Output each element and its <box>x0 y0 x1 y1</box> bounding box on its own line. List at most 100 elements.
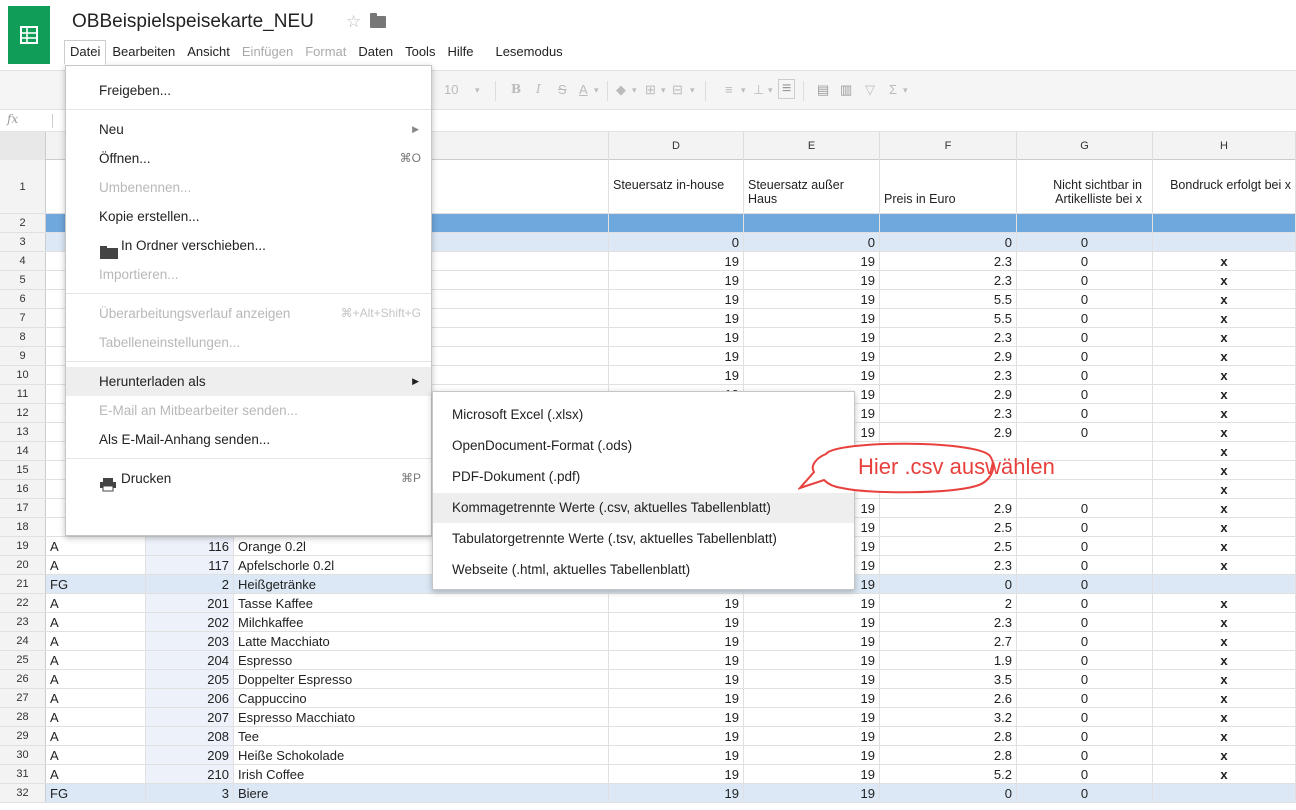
row-number[interactable]: 11 <box>0 385 46 403</box>
cell-a[interactable]: FG <box>46 575 146 593</box>
cell-g[interactable]: 0 <box>1017 784 1153 802</box>
chart-icon[interactable]: ▥ <box>840 82 852 98</box>
row-number[interactable]: 17 <box>0 499 46 517</box>
file-menu-item-herunterladen-als[interactable]: Herunterladen als ▶ <box>66 367 431 396</box>
cell-e[interactable]: 19 <box>744 651 880 669</box>
cell-g[interactable]: 0 <box>1017 347 1153 365</box>
cell-b[interactable]: 203 <box>146 632 234 650</box>
cell-f[interactable]: 2.3 <box>880 556 1017 574</box>
cell-c[interactable]: Latte Macchiato <box>234 632 609 650</box>
file-menu-item-drucken[interactable]: Drucken ⌘P <box>66 464 431 493</box>
cell-h[interactable]: x <box>1153 347 1296 365</box>
row-number[interactable]: 24 <box>0 632 46 650</box>
cell-e[interactable]: 19 <box>744 271 880 289</box>
menu-hilfe[interactable]: Hilfe <box>441 40 479 64</box>
cell-g[interactable]: 0 <box>1017 632 1153 650</box>
cell-g[interactable] <box>1017 214 1153 232</box>
cell-g[interactable]: 0 <box>1017 518 1153 536</box>
cell-g[interactable]: 0 <box>1017 290 1153 308</box>
cell-h[interactable]: x <box>1153 271 1296 289</box>
cell-f[interactable]: 2.3 <box>880 404 1017 422</box>
cell-f[interactable]: 5.5 <box>880 309 1017 327</box>
cell-h[interactable]: x <box>1153 499 1296 517</box>
merge-dropdown-icon[interactable]: ▾ <box>690 85 695 96</box>
cell-d[interactable]: 19 <box>609 765 744 783</box>
cell-g[interactable] <box>1017 480 1153 498</box>
align-vertical-icon[interactable]: ⊥ <box>753 82 764 98</box>
row-number[interactable]: 26 <box>0 670 46 688</box>
cell-h[interactable]: x <box>1153 594 1296 612</box>
cell-f[interactable]: 2.8 <box>880 746 1017 764</box>
row-number[interactable]: 15 <box>0 461 46 479</box>
cell-d[interactable]: 19 <box>609 746 744 764</box>
cell-d[interactable] <box>609 214 744 232</box>
file-menu-item-freigeben[interactable]: Freigeben... <box>66 76 431 105</box>
cell-a[interactable]: A <box>46 594 146 612</box>
cell-h[interactable]: x <box>1153 442 1296 460</box>
cell-f[interactable]: 2.8 <box>880 727 1017 745</box>
menu-datei[interactable]: Datei <box>64 40 107 65</box>
cell-e[interactable]: 19 <box>744 632 880 650</box>
cell-g[interactable]: 0 <box>1017 537 1153 555</box>
cell-g[interactable]: 0 <box>1017 423 1153 441</box>
cell-g[interactable]: 0 <box>1017 651 1153 669</box>
cell-d[interactable]: 19 <box>609 632 744 650</box>
cell-f[interactable]: 5.2 <box>880 765 1017 783</box>
cell-h[interactable]: x <box>1153 461 1296 479</box>
cell-c[interactable]: Doppelter Espresso <box>234 670 609 688</box>
row-number[interactable]: 4 <box>0 252 46 270</box>
cell-d[interactable]: 19 <box>609 328 744 346</box>
download-option-tsv[interactable]: Tabulatorgetrennte Werte (.tsv, aktuelle… <box>433 524 854 554</box>
cell-h[interactable]: x <box>1153 537 1296 555</box>
header-cell-d[interactable]: Steuersatz in-house <box>609 160 744 213</box>
cell-a[interactable]: A <box>46 746 146 764</box>
cell-e[interactable] <box>744 214 880 232</box>
cell-h[interactable]: x <box>1153 366 1296 384</box>
star-icon[interactable]: ☆ <box>346 12 361 32</box>
merge-cells-icon[interactable]: ⊟ <box>672 82 683 98</box>
cell-a[interactable]: A <box>46 632 146 650</box>
cell-g[interactable]: 0 <box>1017 499 1153 517</box>
column-header-g[interactable]: G <box>1017 132 1153 160</box>
italic-button[interactable]: I <box>536 82 541 96</box>
font-size-select[interactable]: 10 <box>444 82 458 97</box>
cell-g[interactable]: 0 <box>1017 233 1153 251</box>
row-number[interactable]: 2 <box>0 214 46 232</box>
cell-h[interactable]: x <box>1153 613 1296 631</box>
cell-b[interactable]: 117 <box>146 556 234 574</box>
row-number[interactable]: 29 <box>0 727 46 745</box>
cell-h[interactable]: x <box>1153 252 1296 270</box>
cell-f[interactable]: 0 <box>880 575 1017 593</box>
file-menu-item-importieren[interactable]: Importieren... <box>66 260 431 289</box>
comment-icon[interactable]: ▤ <box>817 82 829 98</box>
document-title[interactable]: OBBeispielspeisekarte_NEU <box>72 11 314 33</box>
row-number[interactable]: 27 <box>0 689 46 707</box>
cell-h[interactable]: x <box>1153 309 1296 327</box>
cell-b[interactable]: 210 <box>146 765 234 783</box>
cell-h[interactable]: x <box>1153 480 1296 498</box>
cell-e[interactable]: 19 <box>744 366 880 384</box>
menu-tools[interactable]: Tools <box>399 40 441 64</box>
cell-d[interactable]: 0 <box>609 233 744 251</box>
row-number[interactable]: 23 <box>0 613 46 631</box>
fill-color-icon[interactable]: ◆ <box>616 82 626 98</box>
fill-color-dropdown-icon[interactable]: ▾ <box>632 85 637 96</box>
cell-b[interactable]: 205 <box>146 670 234 688</box>
header-cell-h[interactable]: Bondruck erfolgt bei x <box>1153 160 1296 213</box>
cell-e[interactable]: 19 <box>744 689 880 707</box>
column-header-e[interactable]: E <box>744 132 880 160</box>
cell-h[interactable]: x <box>1153 727 1296 745</box>
row-number[interactable]: 20 <box>0 556 46 574</box>
cell-d[interactable]: 19 <box>609 347 744 365</box>
cell-h[interactable]: x <box>1153 708 1296 726</box>
cell-g[interactable]: 0 <box>1017 309 1153 327</box>
row-number[interactable]: 14 <box>0 442 46 460</box>
cell-g[interactable]: 0 <box>1017 670 1153 688</box>
file-menu-item-kopie-erstellen[interactable]: Kopie erstellen... <box>66 202 431 231</box>
cell-e[interactable]: 19 <box>744 252 880 270</box>
cell-h[interactable] <box>1153 233 1296 251</box>
cell-c[interactable]: Espresso Macchiato <box>234 708 609 726</box>
cell-d[interactable]: 19 <box>609 271 744 289</box>
row-number[interactable]: 9 <box>0 347 46 365</box>
folder-icon[interactable] <box>370 13 386 28</box>
